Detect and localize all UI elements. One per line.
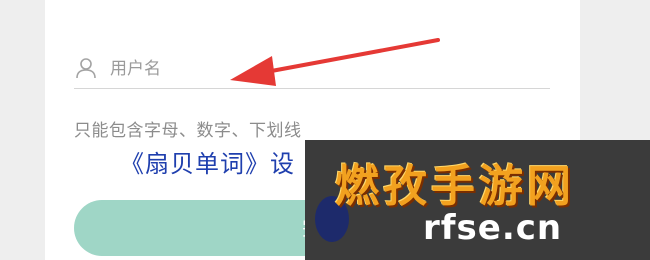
watermark-title: 燃孜手游网 [335,161,575,212]
user-icon [74,56,98,80]
username-hint: 只能包含字母、数字、下划线 [74,121,302,141]
caption-text: 《扇贝单词》设 [120,150,295,178]
watermark-logo: 燃孜手游网 rfse.cn [305,140,650,260]
watermark-url: rfse.cn [423,208,563,248]
red-arrow-annotation [230,38,440,86]
